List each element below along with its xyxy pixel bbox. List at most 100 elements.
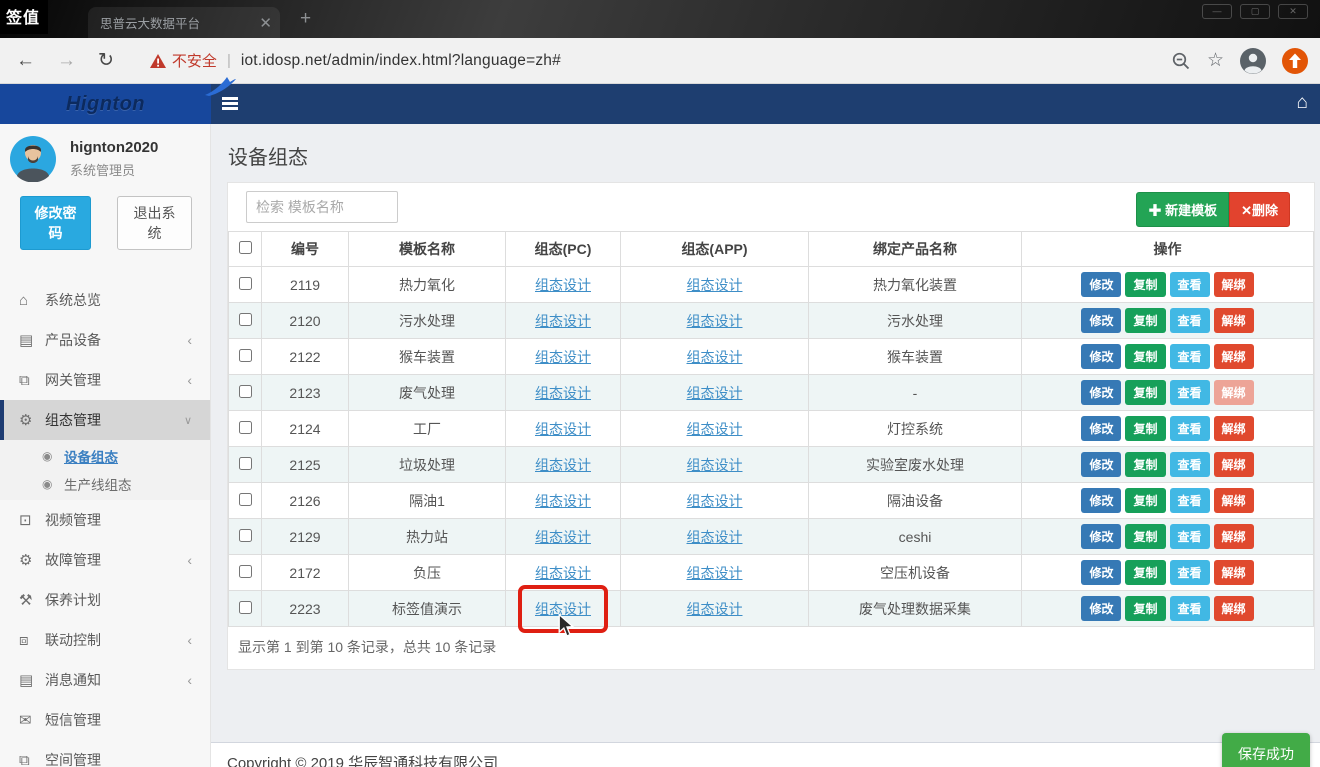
app-design-link[interactable]: 组态设计 bbox=[687, 565, 743, 581]
view-button[interactable]: 查看 bbox=[1170, 560, 1210, 585]
sidebar-item-sms[interactable]: ✉短信管理 bbox=[0, 700, 210, 740]
forward-icon[interactable]: → bbox=[57, 50, 76, 72]
copy-button[interactable]: 复制 bbox=[1125, 272, 1165, 297]
row-checkbox[interactable] bbox=[239, 529, 252, 542]
copy-button[interactable]: 复制 bbox=[1125, 596, 1165, 621]
app-design-link[interactable]: 组态设计 bbox=[687, 529, 743, 545]
home-icon[interactable]: ⌂ bbox=[1297, 92, 1308, 114]
pc-design-link[interactable]: 组态设计 bbox=[535, 385, 591, 401]
unbind-button[interactable]: 解绑 bbox=[1214, 560, 1254, 585]
new-tab-icon[interactable]: + bbox=[300, 8, 311, 30]
unbind-button[interactable]: 解绑 bbox=[1214, 596, 1254, 621]
site-security-chip[interactable]: 不安全 | bbox=[150, 50, 241, 71]
sidebar-item-video[interactable]: ⊡视频管理 bbox=[0, 500, 210, 540]
edit-button[interactable]: 修改 bbox=[1081, 272, 1121, 297]
app-design-link[interactable]: 组态设计 bbox=[687, 349, 743, 365]
pc-design-link[interactable]: 组态设计 bbox=[535, 493, 591, 509]
pc-design-link[interactable]: 组态设计 bbox=[535, 529, 591, 545]
sidebar-item-config[interactable]: ⚙组态管理∨ bbox=[0, 400, 210, 440]
row-checkbox[interactable] bbox=[239, 565, 252, 578]
view-button[interactable]: 查看 bbox=[1170, 488, 1210, 513]
unbind-button[interactable]: 解绑 bbox=[1214, 344, 1254, 369]
app-design-link[interactable]: 组态设计 bbox=[687, 601, 743, 617]
sidebar-item-overview[interactable]: ⌂系统总览 bbox=[0, 280, 210, 320]
copy-button[interactable]: 复制 bbox=[1125, 416, 1165, 441]
sidebar-item-space[interactable]: ⧉空间管理 bbox=[0, 740, 210, 767]
copy-button[interactable]: 复制 bbox=[1125, 308, 1165, 333]
unbind-button[interactable]: 解绑 bbox=[1214, 524, 1254, 549]
sidebar-item-gateway[interactable]: ⧉网关管理‹ bbox=[0, 360, 210, 400]
app-design-link[interactable]: 组态设计 bbox=[687, 457, 743, 473]
edit-button[interactable]: 修改 bbox=[1081, 596, 1121, 621]
pc-design-link[interactable]: 组态设计 bbox=[535, 601, 591, 617]
url-text[interactable]: iot.idosp.net/admin/index.html?language=… bbox=[241, 52, 561, 70]
profile-avatar-icon[interactable] bbox=[1240, 48, 1266, 74]
copy-button[interactable]: 复制 bbox=[1125, 452, 1165, 477]
minimize-icon[interactable]: — bbox=[1202, 4, 1232, 19]
app-logo[interactable]: Hignton bbox=[0, 84, 211, 124]
view-button[interactable]: 查看 bbox=[1170, 596, 1210, 621]
row-checkbox[interactable] bbox=[239, 349, 252, 362]
change-password-button[interactable]: 修改密码 bbox=[20, 196, 91, 250]
sidebar-toggle-icon[interactable] bbox=[222, 97, 238, 100]
view-button[interactable]: 查看 bbox=[1170, 524, 1210, 549]
app-design-link[interactable]: 组态设计 bbox=[687, 313, 743, 329]
unbind-button[interactable]: 解绑 bbox=[1214, 380, 1254, 405]
edit-button[interactable]: 修改 bbox=[1081, 416, 1121, 441]
edit-button[interactable]: 修改 bbox=[1081, 380, 1121, 405]
sidebar-subitem-line-config[interactable]: ◉生产线组态 bbox=[0, 470, 210, 498]
copy-button[interactable]: 复制 bbox=[1125, 488, 1165, 513]
view-button[interactable]: 查看 bbox=[1170, 344, 1210, 369]
close-icon[interactable]: ✕ bbox=[1278, 4, 1308, 19]
unbind-button[interactable]: 解绑 bbox=[1214, 308, 1254, 333]
search-input[interactable] bbox=[246, 191, 398, 223]
app-design-link[interactable]: 组态设计 bbox=[687, 493, 743, 509]
browser-update-icon[interactable] bbox=[1282, 48, 1308, 74]
copy-button[interactable]: 复制 bbox=[1125, 560, 1165, 585]
copy-button[interactable]: 复制 bbox=[1125, 380, 1165, 405]
edit-button[interactable]: 修改 bbox=[1081, 488, 1121, 513]
sidebar-item-product-device[interactable]: ▤产品设备‹ bbox=[0, 320, 210, 360]
reload-icon[interactable]: ↻ bbox=[98, 49, 114, 72]
view-button[interactable]: 查看 bbox=[1170, 452, 1210, 477]
select-all-checkbox[interactable] bbox=[239, 241, 252, 254]
new-template-button[interactable]: ✚ 新建模板 bbox=[1136, 192, 1229, 227]
pc-design-link[interactable]: 组态设计 bbox=[535, 313, 591, 329]
view-button[interactable]: 查看 bbox=[1170, 272, 1210, 297]
row-checkbox[interactable] bbox=[239, 313, 252, 326]
sidebar-item-maintenance[interactable]: ⚒保养计划 bbox=[0, 580, 210, 620]
edit-button[interactable]: 修改 bbox=[1081, 344, 1121, 369]
bookmark-star-icon[interactable]: ☆ bbox=[1207, 49, 1224, 72]
tab-close-icon[interactable]: ✕ bbox=[259, 14, 272, 32]
pc-design-link[interactable]: 组态设计 bbox=[535, 421, 591, 437]
app-design-link[interactable]: 组态设计 bbox=[687, 385, 743, 401]
back-icon[interactable]: ← bbox=[16, 50, 35, 72]
edit-button[interactable]: 修改 bbox=[1081, 452, 1121, 477]
view-button[interactable]: 查看 bbox=[1170, 380, 1210, 405]
copy-button[interactable]: 复制 bbox=[1125, 344, 1165, 369]
sidebar-item-message[interactable]: ▤消息通知‹ bbox=[0, 660, 210, 700]
sidebar-subitem-device-config[interactable]: ◉设备组态 bbox=[0, 442, 210, 470]
copy-button[interactable]: 复制 bbox=[1125, 524, 1165, 549]
pc-design-link[interactable]: 组态设计 bbox=[535, 457, 591, 473]
row-checkbox[interactable] bbox=[239, 493, 252, 506]
unbind-button[interactable]: 解绑 bbox=[1214, 272, 1254, 297]
row-checkbox[interactable] bbox=[239, 385, 252, 398]
pc-design-link[interactable]: 组态设计 bbox=[535, 349, 591, 365]
delete-button[interactable]: ✕删除 bbox=[1229, 192, 1290, 227]
row-checkbox[interactable] bbox=[239, 457, 252, 470]
unbind-button[interactable]: 解绑 bbox=[1214, 488, 1254, 513]
view-button[interactable]: 查看 bbox=[1170, 308, 1210, 333]
app-design-link[interactable]: 组态设计 bbox=[687, 421, 743, 437]
maximize-icon[interactable]: ▢ bbox=[1240, 4, 1270, 19]
row-checkbox[interactable] bbox=[239, 601, 252, 614]
row-checkbox[interactable] bbox=[239, 421, 252, 434]
edit-button[interactable]: 修改 bbox=[1081, 560, 1121, 585]
pc-design-link[interactable]: 组态设计 bbox=[535, 277, 591, 293]
logout-button[interactable]: 退出系统 bbox=[117, 196, 192, 250]
sidebar-item-fault[interactable]: ⚙故障管理‹ bbox=[0, 540, 210, 580]
sidebar-item-linkage[interactable]: ⧈联动控制‹ bbox=[0, 620, 210, 660]
edit-button[interactable]: 修改 bbox=[1081, 524, 1121, 549]
edit-button[interactable]: 修改 bbox=[1081, 308, 1121, 333]
app-design-link[interactable]: 组态设计 bbox=[687, 277, 743, 293]
